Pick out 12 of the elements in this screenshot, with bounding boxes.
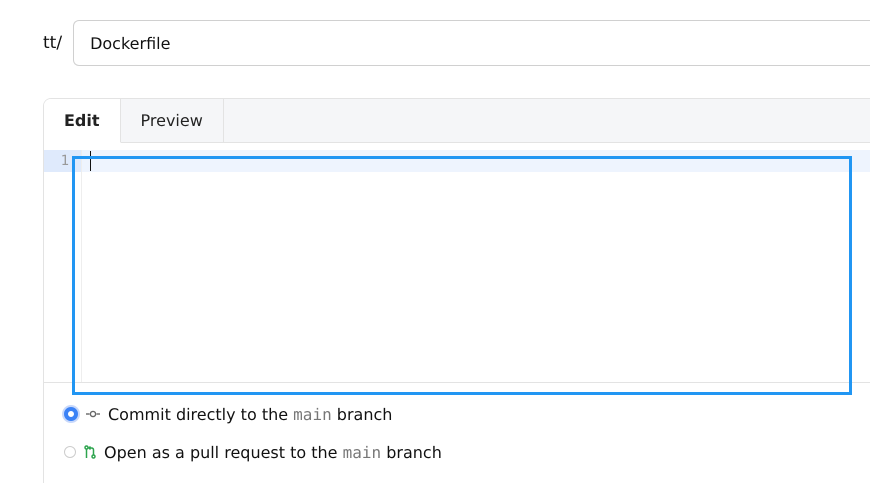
tab[interactable]: Preview [120,99,224,143]
pull-request-icon [84,445,96,459]
text-cursor [90,151,91,171]
path-prefix: tt/ [43,33,62,53]
line-number: 1 [44,150,81,172]
option-label[interactable]: Commit directly to the main branch [108,404,392,424]
radio-button[interactable] [64,407,78,421]
tab[interactable]: Edit [44,99,121,143]
option-label[interactable]: Open as a pull request to the main branch [104,442,442,462]
radio-button[interactable] [64,446,76,458]
commit-icon [86,409,100,419]
filename-field[interactable]: Dockerfile [73,20,870,66]
